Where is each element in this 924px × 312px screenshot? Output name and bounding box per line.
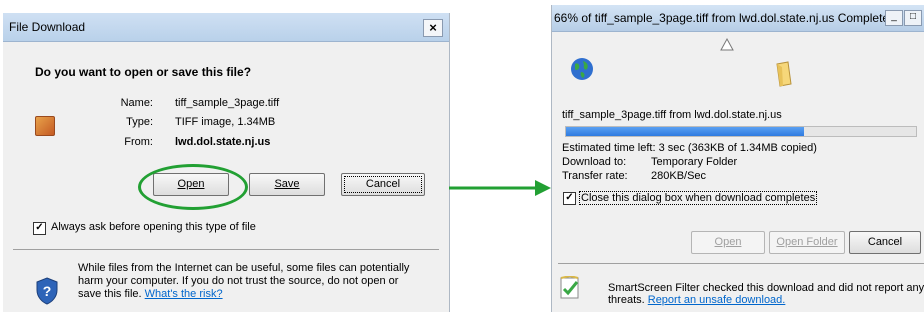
title-bar: 66% of tiff_sample_3page.tiff from lwd.d… [552, 5, 924, 32]
transfer-rate-value: 280KB/Sec [651, 170, 707, 182]
smartscreen-line-1: SmartScreen Filter checked this download… [608, 282, 924, 294]
open-folder-button[interactable]: Open Folder [769, 231, 845, 254]
open-button[interactable]: Open [691, 231, 765, 254]
always-ask-label: Always ask before opening this type of f… [51, 221, 256, 233]
smartscreen-check-icon [560, 276, 579, 299]
type-value: TIFF image, 1.34MB [175, 116, 276, 128]
cancel-button-label: Cancel [365, 178, 401, 190]
warning-line-2: harm your computer. If you do not trust … [78, 275, 399, 287]
svg-text:?: ? [43, 283, 52, 299]
dialog-title: File Download [9, 20, 86, 34]
name-value: tiff_sample_3page.tiff [175, 97, 280, 109]
progress-title: 66% of tiff_sample_3page.tiff from lwd.d… [554, 11, 896, 25]
warning-line-1: While files from the Internet can be use… [78, 262, 410, 274]
close-button[interactable]: × [423, 19, 443, 37]
type-label: Type: [126, 116, 153, 128]
divider [558, 263, 924, 264]
open-or-save-question: Do you want to open or save this file? [35, 65, 252, 79]
maximize-button[interactable]: □ [904, 10, 922, 26]
highlight-ellipse [138, 164, 248, 210]
name-label: Name: [120, 97, 153, 109]
title-bar: File Download × [3, 13, 449, 42]
save-button[interactable]: Save [249, 173, 325, 196]
globe-icon [571, 58, 593, 80]
from-value: lwd.dol.state.nj.us [175, 136, 271, 148]
warning-line-3: save this file. What's the risk? [78, 288, 223, 301]
save-button-label: Save [274, 178, 300, 190]
divider [13, 249, 439, 250]
cancel-button-label: Cancel [867, 236, 903, 248]
folder-icon [776, 61, 792, 87]
warning-line-3-text: save this file. [78, 288, 142, 300]
open-folder-button-label: Open Folder [776, 236, 838, 248]
flying-document-icon [720, 37, 734, 51]
download-progress-bar [565, 126, 917, 137]
from-label: From: [124, 136, 153, 148]
security-shield-icon: ? [36, 277, 58, 305]
download-progress-dialog: 66% of tiff_sample_3page.tiff from lwd.d… [551, 5, 924, 312]
close-when-done-checkbox[interactable]: ✓ [563, 192, 576, 205]
whats-the-risk-link[interactable]: What's the risk? [145, 288, 223, 300]
always-ask-checkbox[interactable]: ✓ [33, 222, 46, 235]
progress-fill [566, 127, 804, 136]
close-when-done-label: Close this dialog box when download comp… [579, 191, 818, 205]
cancel-button[interactable]: Cancel [849, 231, 921, 254]
green-arrow-icon [449, 180, 551, 196]
file-download-dialog: File Download × Do you want to open or s… [3, 13, 450, 312]
cancel-button[interactable]: Cancel [341, 173, 425, 196]
smartscreen-line-2-text: threats. [608, 294, 645, 306]
time-left: Estimated time left: 3 sec (363KB of 1.3… [562, 142, 817, 154]
download-source: tiff_sample_3page.tiff from lwd.dol.stat… [562, 109, 782, 121]
open-button-label: Open [714, 236, 742, 248]
transfer-rate-label: Transfer rate: [562, 170, 628, 182]
minimize-button[interactable]: _ [885, 10, 903, 26]
download-to-value: Temporary Folder [651, 156, 738, 168]
download-to-label: Download to: [562, 156, 627, 168]
smartscreen-line-2: threats. Report an unsafe download. [608, 294, 785, 306]
report-unsafe-link[interactable]: Report an unsafe download. [648, 294, 786, 306]
